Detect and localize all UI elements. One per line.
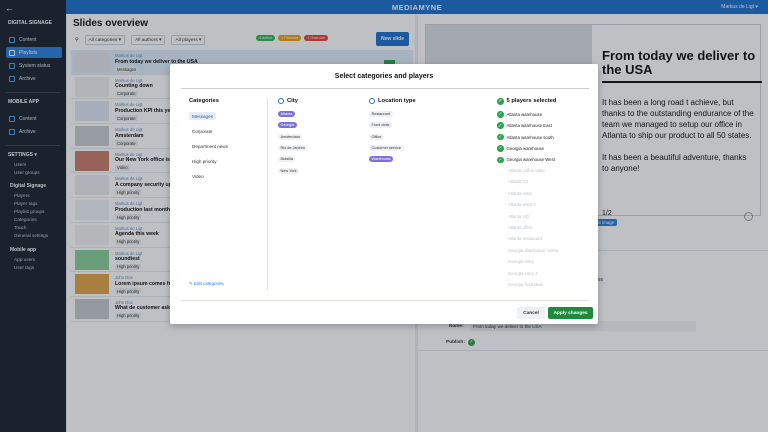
check-icon: ✓ xyxy=(497,98,504,105)
player-label: Atlanta warehouse East xyxy=(506,123,552,129)
players-heading: ✓ 5 players selected xyxy=(497,98,556,105)
player-item[interactable]: Atlanta restaurant xyxy=(508,236,542,241)
city-heading-label: City xyxy=(287,98,298,104)
player-item[interactable]: ✓ Georgia warehouse West xyxy=(497,156,555,164)
player-item[interactable]: ✓ Atlanta warehouse xyxy=(497,111,542,118)
check-icon[interactable]: ✓ xyxy=(497,145,504,152)
category-option[interactable]: Corporate xyxy=(189,127,215,135)
city-heading[interactable]: City xyxy=(278,98,298,104)
divider xyxy=(181,88,589,89)
modal-title: Select categories and players xyxy=(334,73,434,80)
player-label: Atlanta warehouse south xyxy=(506,134,554,140)
apply-changes-button[interactable]: Apply changes xyxy=(548,307,593,319)
location-tag[interactable]: Customer service xyxy=(369,144,404,151)
player-item[interactable]: ✓ Atlanta warehouse East xyxy=(497,122,552,129)
player-item[interactable]: ✓ Atlanta warehouse south xyxy=(497,133,554,141)
player-item[interactable]: Georgia entry 2 xyxy=(508,271,538,276)
player-item[interactable]: Atlanta entry xyxy=(508,191,532,196)
city-tag[interactable]: Rio de Janeiro xyxy=(278,144,308,151)
location-radio[interactable] xyxy=(369,98,375,104)
location-heading[interactable]: Location type xyxy=(369,98,416,104)
location-tag[interactable]: Office xyxy=(369,133,384,140)
player-item[interactable]: Atlanta entry 2 xyxy=(508,202,536,207)
divider xyxy=(181,300,589,301)
player-item[interactable]: Georgia entry xyxy=(508,259,534,264)
player-label: Georgia warehouse xyxy=(506,145,545,151)
edit-categories-label: Edit categories xyxy=(194,281,224,286)
location-heading-label: Location type xyxy=(378,98,416,104)
edit-categories-link[interactable]: ✎ Edit categories xyxy=(189,281,224,287)
location-tag[interactable]: Front desk xyxy=(369,122,392,129)
player-item[interactable]: Atlanta HQ xyxy=(508,214,529,219)
check-icon[interactable]: ✓ xyxy=(497,156,504,164)
player-label: Atlanta warehouse xyxy=(506,111,543,117)
check-icon[interactable]: ✓ xyxy=(497,122,504,129)
category-option[interactable]: Messages xyxy=(189,112,216,120)
category-option[interactable]: Department news xyxy=(189,142,231,150)
location-tag[interactable]: Restaurant xyxy=(369,111,393,117)
player-label: Georgia warehouse West xyxy=(506,157,555,163)
city-tag[interactable]: Amsterdam xyxy=(278,133,303,140)
categories-heading: Categories xyxy=(189,98,219,104)
city-tag[interactable]: New York xyxy=(278,167,300,174)
cancel-button[interactable]: Cancel xyxy=(517,307,545,319)
player-item[interactable]: Atlanta office xyxy=(508,225,533,230)
city-tag[interactable]: Atlanta xyxy=(278,111,295,117)
player-item[interactable]: Atlanta coffee table xyxy=(508,168,545,173)
player-item[interactable]: Georgia front desk xyxy=(508,282,543,287)
category-option[interactable]: Video xyxy=(189,172,207,180)
player-item[interactable]: ✓ Georgia warehouse xyxy=(497,145,544,152)
check-icon[interactable]: ✓ xyxy=(497,133,504,141)
player-item[interactable]: Atlanta CS xyxy=(508,179,529,184)
city-tag[interactable]: Georgia xyxy=(278,122,297,129)
select-categories-modal: Select categories and players Categories… xyxy=(170,64,598,324)
location-tag[interactable]: Warehouse xyxy=(369,156,394,163)
player-item[interactable]: Georgia distribution centre xyxy=(508,248,558,253)
city-radio[interactable] xyxy=(278,98,284,104)
check-icon[interactable]: ✓ xyxy=(497,111,504,118)
players-heading-label: 5 players selected xyxy=(506,98,557,105)
column-divider xyxy=(267,98,268,290)
city-tag[interactable]: Brasilia xyxy=(278,156,296,163)
category-option[interactable]: High priority xyxy=(189,157,220,165)
